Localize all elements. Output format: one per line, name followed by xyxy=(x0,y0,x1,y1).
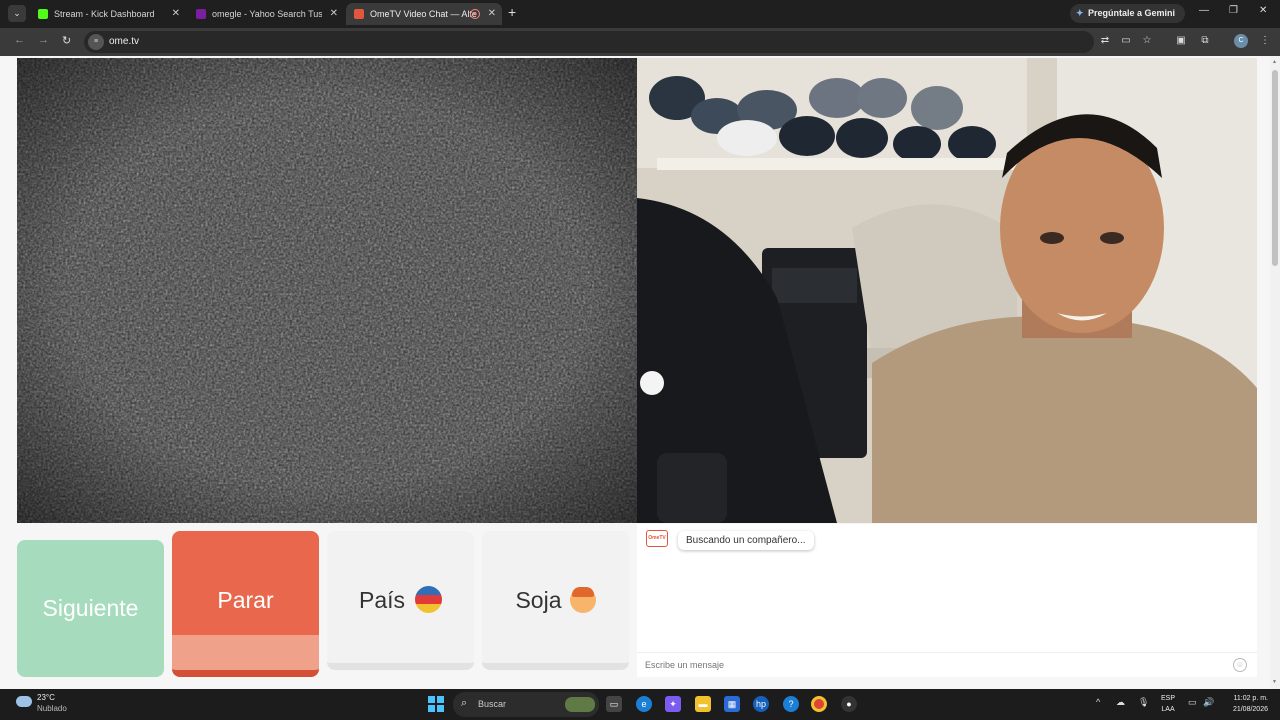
windows-start-icon[interactable] xyxy=(428,696,444,712)
page-scrollbar[interactable]: ▲ ▼ xyxy=(1270,56,1280,689)
keyboard-layout: LAA xyxy=(1161,706,1175,713)
gemini-button[interactable]: ✦ Pregúntale a Gemini xyxy=(1070,4,1186,23)
ometv-logo-icon: OmeTV xyxy=(646,530,668,547)
remote-video xyxy=(637,58,1257,523)
gender-button-label: Soja xyxy=(515,587,562,613)
extensions-puzzle-icon[interactable]: ⧉ xyxy=(1199,35,1211,47)
microsoft-store-icon[interactable]: ▦ xyxy=(724,696,740,712)
boy-avatar-icon xyxy=(569,586,596,613)
taskbar-search-label: Buscar xyxy=(478,699,507,709)
tab-ometv[interactable]: OmeTV Video Chat — Alte ✕ xyxy=(346,3,502,25)
tab-title: Stream - Kick Dashboard xyxy=(54,9,155,19)
new-tab-button[interactable]: + xyxy=(508,4,516,20)
onedrive-icon[interactable]: ☁ xyxy=(1116,697,1125,708)
search-highlight-icon xyxy=(565,697,595,712)
country-flag-icon xyxy=(415,586,443,614)
site-info-icon[interactable]: ≡ xyxy=(88,34,104,50)
stop-button-label: Parar xyxy=(217,587,274,613)
address-bar[interactable]: ≡ ome.tv xyxy=(84,31,1094,53)
clock-time: 11:02 p. m. xyxy=(1233,695,1268,702)
tab-close-icon[interactable]: ✕ xyxy=(488,3,496,25)
language-code: ESP xyxy=(1161,695,1176,702)
tab-search-button[interactable]: ⌄ xyxy=(8,5,26,22)
back-arrow-icon[interactable]: ← xyxy=(14,34,25,46)
tab-kick-dashboard[interactable]: Stream - Kick Dashboard ✕ xyxy=(30,3,186,25)
browser-tab-strip: ⌄ Stream - Kick Dashboard ✕ omegle - Yah… xyxy=(0,0,1280,28)
obs-icon[interactable]: ● xyxy=(841,696,857,712)
copilot-icon[interactable]: ✦ xyxy=(665,696,681,712)
cast-icon[interactable]: ▭ xyxy=(1120,35,1132,47)
weather-temperature[interactable]: 23°C xyxy=(37,693,55,702)
chat-panel: OmeTV Buscando un compañero... ☺ xyxy=(637,524,1257,677)
ometv-page: Siguiente Parar País Soja OmeTV Buscando… xyxy=(0,56,1280,689)
scroll-down-icon[interactable]: ▼ xyxy=(1272,679,1277,685)
local-video xyxy=(17,58,637,523)
task-view-icon[interactable]: ▭ xyxy=(606,696,622,712)
profile-avatar[interactable]: C xyxy=(1234,34,1248,48)
url-text[interactable]: ome.tv xyxy=(109,31,139,53)
browser-toolbar: ← → ↻ ≡ ome.tv ⇄ ▭ ☆ ▣ ⧉ C ⋮ xyxy=(0,28,1280,56)
help-icon[interactable]: ? xyxy=(783,696,799,712)
yahoo-favicon-icon xyxy=(196,9,206,19)
hp-icon[interactable]: hp xyxy=(753,696,769,712)
tab-close-icon[interactable]: ✕ xyxy=(330,3,338,25)
network-icon[interactable]: ▭ xyxy=(1188,697,1197,708)
cloud-weather-icon[interactable] xyxy=(16,696,32,707)
gemini-label: Pregúntale a Gemini xyxy=(1088,8,1176,18)
translate-icon[interactable]: ⇄ xyxy=(1099,35,1111,47)
chrome-icon[interactable] xyxy=(811,696,827,712)
kick-favicon-icon xyxy=(38,9,48,19)
volume-icon[interactable]: 🔊 xyxy=(1203,697,1214,708)
weather-condition[interactable]: Nublado xyxy=(37,704,67,713)
tab-title: omegle - Yahoo Search Tus res xyxy=(212,9,322,19)
scroll-up-icon[interactable]: ▲ xyxy=(1272,59,1277,65)
microphone-icon[interactable]: 🎙 xyxy=(1138,697,1149,708)
close-window-button[interactable]: ✕ xyxy=(1259,5,1267,16)
clock-date: 21/08/2026 xyxy=(1232,706,1268,713)
edge-icon[interactable]: e xyxy=(636,696,652,712)
tab-title: OmeTV Video Chat — Alte xyxy=(370,9,477,19)
language-indicator[interactable]: ESP LAA xyxy=(1161,693,1175,715)
scroll-thumb[interactable] xyxy=(1272,70,1278,266)
forward-arrow-icon[interactable]: → xyxy=(38,34,49,46)
search-icon: ⌕ xyxy=(461,697,468,709)
tray-chevron-icon[interactable]: ^ xyxy=(1096,697,1100,707)
restore-button[interactable]: ❐ xyxy=(1229,5,1238,16)
minimize-button[interactable]: — xyxy=(1199,5,1209,16)
file-explorer-icon[interactable]: ▬ xyxy=(695,696,711,712)
gemini-sparkle-icon: ✦ xyxy=(1076,8,1084,18)
message-input[interactable] xyxy=(637,652,1257,677)
bookmark-star-icon[interactable]: ☆ xyxy=(1141,35,1153,47)
status-message: Buscando un compañero... xyxy=(678,531,814,550)
system-clock[interactable]: 11:02 p. m. 21/08/2026 xyxy=(1222,693,1268,715)
taskbar-search[interactable]: ⌕ Buscar xyxy=(453,692,599,717)
static-noise-image xyxy=(17,58,637,523)
next-button-label: Siguiente xyxy=(42,595,139,621)
emoji-icon[interactable]: ☺ xyxy=(1233,658,1247,672)
ometv-favicon-icon xyxy=(354,9,364,19)
remote-video-image xyxy=(637,58,1257,523)
gender-selector-button[interactable]: Soja xyxy=(482,531,629,670)
tab-yahoo-search[interactable]: omegle - Yahoo Search Tus res ✕ xyxy=(188,3,344,25)
menu-kebab-icon[interactable]: ⋮ xyxy=(1259,35,1271,47)
extension-icon[interactable]: ▣ xyxy=(1175,35,1187,47)
country-button-label: País xyxy=(358,587,406,613)
reload-icon[interactable]: ↻ xyxy=(62,34,71,47)
recording-indicator-icon xyxy=(470,9,480,19)
windows-taskbar: 23°C Nublado ⌕ Buscar ▭ e ✦ ▬ ▦ hp ? ● ^… xyxy=(0,689,1280,720)
stop-button[interactable]: Parar xyxy=(172,531,319,677)
next-button[interactable]: Siguiente xyxy=(17,540,164,677)
tab-close-icon[interactable]: ✕ xyxy=(172,3,180,25)
country-selector-button[interactable]: País xyxy=(327,531,474,670)
